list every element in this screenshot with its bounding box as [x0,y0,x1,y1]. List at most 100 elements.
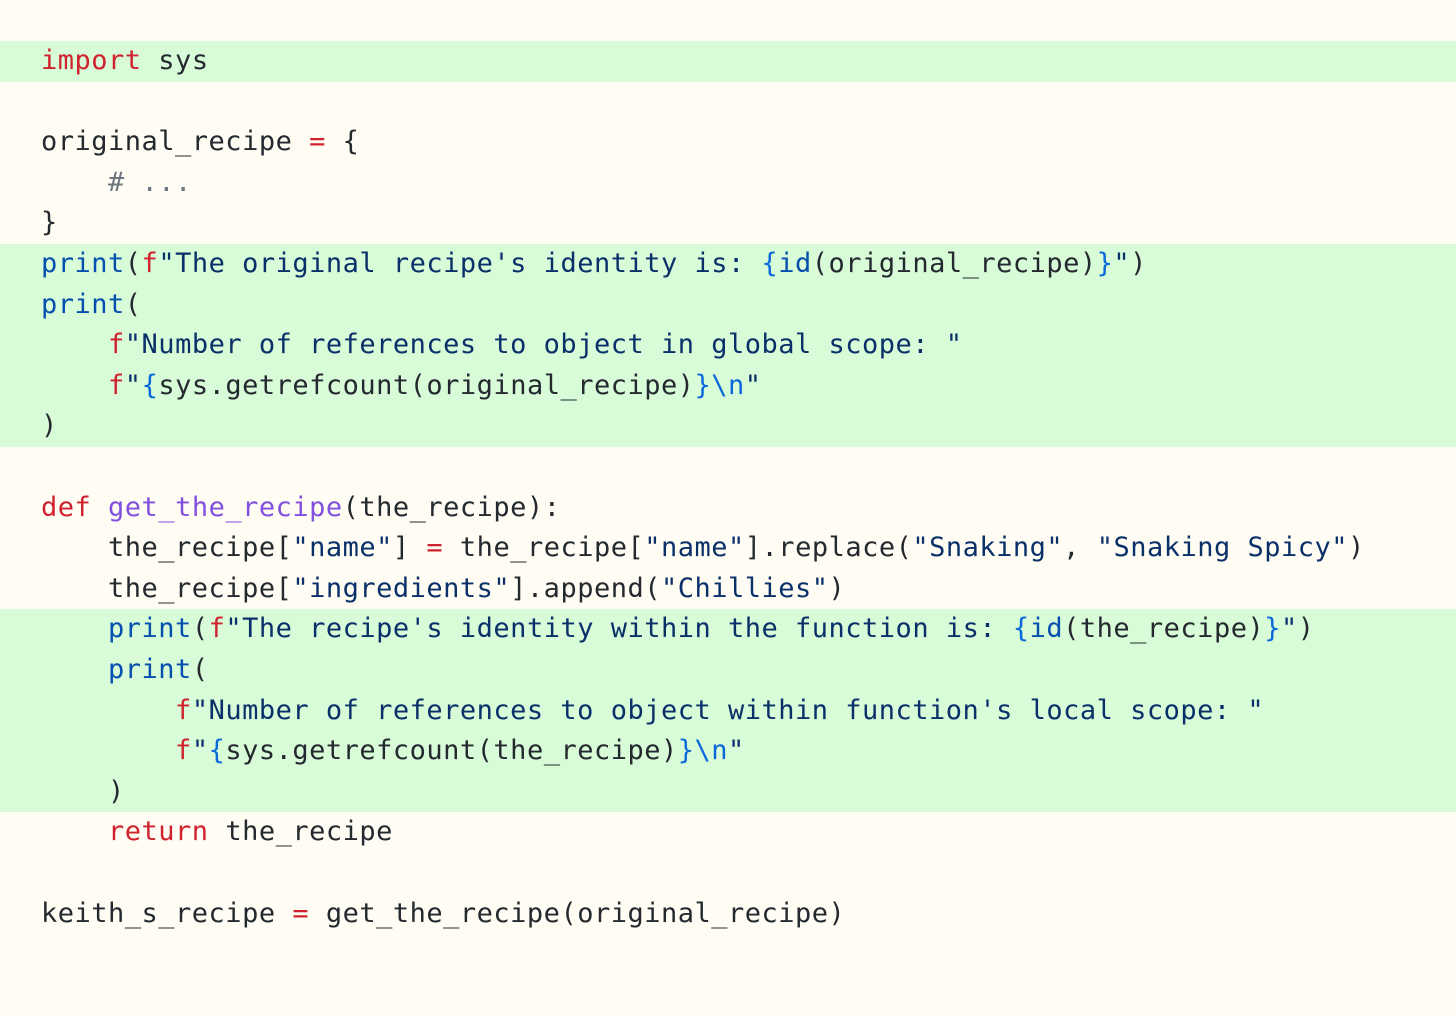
code-token: "name" [292,532,393,564]
code-line: } [0,203,1456,244]
code-line: the_recipe["ingredients"].append("Chilli… [0,569,1456,610]
code-token: { [761,248,779,279]
code-token: { [1012,613,1030,645]
code-line: return the_recipe [0,812,1456,853]
code-line: # ... [0,163,1456,204]
highlighted-code-line: ) [0,771,1456,813]
code-token: \n [694,735,729,767]
code-token: "Snaking Spicy" [1096,532,1349,564]
code-token: { [208,735,226,767]
code-token: "Chillies" [660,572,829,604]
code-token: f [141,248,159,279]
code-token: = [426,532,444,564]
code-token: "The recipe's identity within the functi… [225,613,1013,645]
code-token: get_the_recipe(original_recipe) [309,897,846,929]
code-token: ( [191,613,209,645]
code-token: print [41,288,125,320]
code-token: ) [41,775,125,807]
code-token: ].replace( [744,532,913,564]
code-token: print [108,613,192,645]
code-token: "The original recipe's identity is: [158,248,762,279]
code-token: the_recipe [208,816,393,848]
code-editor: import sys original_recipe = { # ...} prin… [0,0,1456,1015]
code-token: ] [392,532,427,564]
highlighted-code-line: f"{sys.getrefcount(the_recipe)}\n" [0,731,1456,772]
code-token: id [1029,613,1064,645]
code-token: f [108,369,125,401]
highlighted-code-line: f"Number of references to object in glob… [0,325,1456,366]
code-token: (the_recipe): [342,491,561,523]
code-token: } [1264,613,1281,645]
code-token: get_the_recipe [108,491,343,523]
code-token: \n [711,369,745,401]
highlighted-code-line: f"{sys.getrefcount(original_recipe)}\n" [0,365,1456,407]
code-token: sys.getrefcount(original_recipe) [158,369,695,401]
code-token: import [41,45,142,76]
code-token: ) [1297,613,1315,645]
highlighted-code-line: ) [0,406,1456,447]
code-token: original_recipe [41,126,310,158]
code-token: } [677,735,695,767]
code-token: ) [1130,248,1147,279]
code-token: f [108,329,125,361]
code-token: "ingredients" [292,572,511,604]
code-token: sys [141,45,209,76]
highlighted-code-line: f"Number of references to object within … [0,690,1456,732]
code-token: sys.getrefcount(the_recipe) [225,735,678,767]
highlighted-code-line: import sys [0,41,1456,82]
code-token: " [1113,248,1131,279]
code-token: " [728,735,745,767]
code-token: ( [191,654,209,685]
code-token: (the_recipe) [1063,613,1265,645]
code-token: " [744,369,762,401]
code-token: f [175,735,192,767]
code-token: the_recipe[ [41,572,293,604]
code-token: the_recipe[ [41,532,293,564]
code-token: print [108,654,192,685]
code-token: "name" [644,532,745,564]
code-token: " [1280,613,1298,645]
code-token: { [141,369,159,401]
code-token: { [325,126,360,158]
code-line: keith_s_recipe = get_the_recipe(original… [0,894,1456,935]
code-token: "Number of references to object in globa… [124,329,963,361]
highlighted-code-line: print( [0,284,1456,326]
code-token: ) [828,572,846,604]
highlighted-code-line: print(f"The original recipe's identity i… [0,244,1456,285]
highlighted-code-line: print( [0,650,1456,691]
code-token: return [108,816,209,848]
code-token: "Number of references to object within f… [191,694,1265,726]
code-token: id [778,248,812,279]
highlighted-code-line: print(f"The recipe's identity within the… [0,609,1456,650]
code-line: the_recipe["name"] = the_recipe["name"].… [0,528,1456,569]
code-token: ) [1348,532,1365,564]
code-token: } [1096,248,1114,279]
code-token: } [41,207,58,239]
code-token: } [694,369,712,401]
code-token: # ... [41,166,192,198]
code-token: f [175,694,192,726]
code-token: "Snaking" [912,532,1064,564]
code-token: = [292,897,310,929]
code-token: ) [41,410,58,442]
code-token: ( [124,248,142,279]
code-token: (original_recipe) [811,248,1097,279]
code-line: def get_the_recipe(the_recipe): [0,488,1456,529]
code-token: " [124,369,142,401]
code-token: print [41,248,125,279]
code-token: keith_s_recipe [41,897,293,929]
code-token: f [208,613,226,645]
code-line: original_recipe = { [0,122,1456,163]
code-token: def [41,491,92,523]
code-token: " [191,735,209,767]
code-token: the_recipe[ [443,532,645,564]
